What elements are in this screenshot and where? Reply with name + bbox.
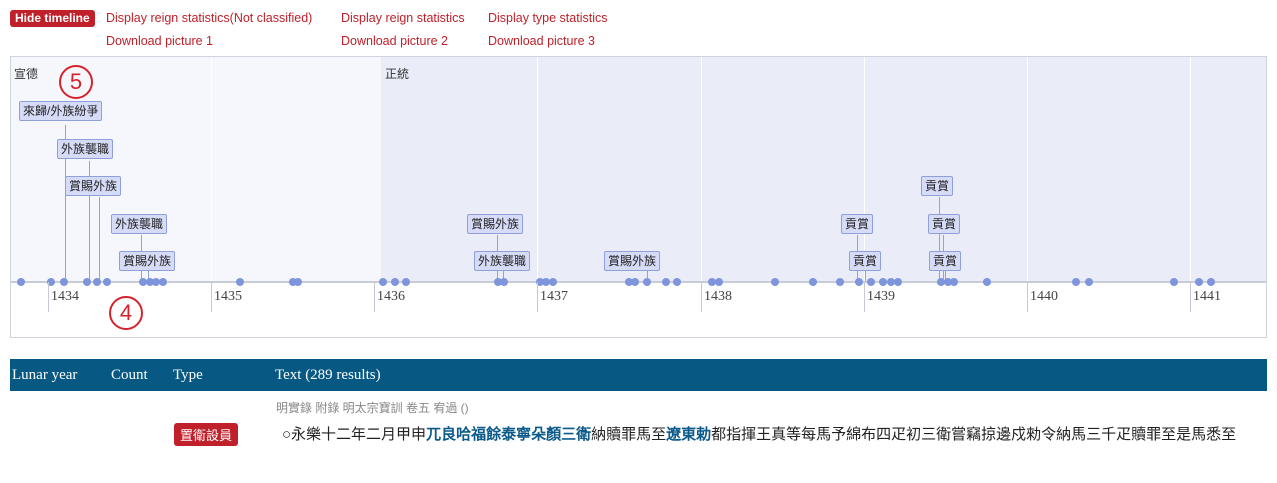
event-dot[interactable] — [500, 278, 508, 286]
timeline-panel[interactable]: 宣德 正統 來歸/外族紛爭 外族襲職 賞賜外族 外族襲職 賞賜外族 賞賜外族 外… — [10, 56, 1267, 338]
table-row: 明實錄 附錄 明太宗寶訓 卷五 宥過 () 置衛設員 ○永樂十二年二月甲申兀良哈… — [10, 395, 1267, 475]
event-dot[interactable] — [60, 278, 68, 286]
highlight-term[interactable]: 遼東 — [666, 426, 696, 443]
event-dot[interactable] — [643, 278, 651, 286]
year-tick-label: 1439 — [867, 289, 895, 304]
col-type[interactable]: Type — [173, 367, 203, 384]
hide-timeline-button[interactable]: Hide timeline — [10, 10, 95, 27]
event-dot[interactable] — [93, 278, 101, 286]
year-tick-label: 1441 — [1193, 289, 1221, 304]
highlight-term[interactable]: 兀良哈福餘泰寧朵顏三衛 — [426, 426, 591, 443]
event-dot[interactable] — [294, 278, 302, 286]
event-label[interactable]: 貢賞 — [841, 214, 874, 234]
event-dot[interactable] — [402, 278, 410, 286]
event-dot[interactable] — [855, 278, 863, 286]
event-label[interactable]: 貢賞 — [929, 251, 962, 271]
year-tick-label: 1438 — [704, 289, 732, 304]
event-label[interactable]: 外族襲職 — [111, 214, 168, 234]
reign-stats-unclassified-link[interactable]: Display reign statistics(Not classified) — [106, 11, 312, 25]
event-label[interactable]: 貢賞 — [921, 176, 954, 196]
event-dot[interactable] — [1072, 278, 1080, 286]
event-dot[interactable] — [379, 278, 387, 286]
event-dot[interactable] — [809, 278, 817, 286]
text-segment: 納贖罪馬至 — [591, 426, 667, 443]
event-dot[interactable] — [236, 278, 244, 286]
event-label[interactable]: 賞賜外族 — [604, 251, 661, 271]
event-dot[interactable] — [950, 278, 958, 286]
event-label[interactable]: 貢賞 — [928, 214, 961, 234]
event-label[interactable]: 賞賜外族 — [119, 251, 176, 271]
event-dot[interactable] — [391, 278, 399, 286]
year-tick-label: 1434 — [51, 289, 79, 304]
text-segment: 都指揮王真等每馬予綿布四疋初三衛嘗竊掠邊戍勑令納馬三千疋贖罪至是馬悉至 — [711, 426, 1237, 443]
reign-label-zhengtong: 正統 — [385, 67, 410, 81]
event-dot[interactable] — [83, 278, 91, 286]
event-dot[interactable] — [1207, 278, 1215, 286]
source-reference[interactable]: 明實錄 附錄 明太宗寶訓 卷五 宥過 () — [276, 399, 469, 416]
highlight-term[interactable]: 勅 — [696, 426, 711, 443]
event-dot[interactable] — [1085, 278, 1093, 286]
top-toolbar: Hide timeline Display reign statistics(N… — [10, 10, 710, 50]
year-tick-label: 1440 — [1030, 289, 1058, 304]
event-dot[interactable] — [867, 278, 875, 286]
year-tick-label: 1436 — [377, 289, 405, 304]
event-dot[interactable] — [771, 278, 779, 286]
event-label[interactable]: 貢賞 — [849, 251, 882, 271]
annotation-marker-5: 5 — [59, 65, 93, 99]
event-dot[interactable] — [1195, 278, 1203, 286]
col-text[interactable]: Text (289 results) — [275, 367, 381, 384]
event-dot[interactable] — [715, 278, 723, 286]
results-table-header: Lunar year Count Type Text (289 results) — [10, 359, 1267, 391]
event-dot[interactable] — [1170, 278, 1178, 286]
col-count[interactable]: Count — [111, 367, 148, 384]
event-label[interactable]: 外族襲職 — [57, 139, 114, 159]
event-dot[interactable] — [103, 278, 111, 286]
event-dot[interactable] — [879, 278, 887, 286]
event-dot[interactable] — [836, 278, 844, 286]
record-text: ○永樂十二年二月甲申兀良哈福餘泰寧朵顏三衛納贖罪馬至遼東勅都指揮王真等每馬予綿布… — [282, 425, 1272, 444]
text-segment: ○永樂十二年二月甲申 — [282, 426, 427, 443]
year-tick-label: 1437 — [540, 289, 568, 304]
event-dot[interactable] — [673, 278, 681, 286]
event-dot[interactable] — [894, 278, 902, 286]
event-label[interactable]: 賞賜外族 — [467, 214, 524, 234]
download-picture-3-link[interactable]: Download picture 3 — [488, 34, 595, 48]
annotation-marker-4: 4 — [109, 296, 143, 330]
type-stats-link[interactable]: Display type statistics — [488, 11, 607, 25]
event-dot[interactable] — [983, 278, 991, 286]
event-dot[interactable] — [159, 278, 167, 286]
reign-label-xuande: 宣德 — [14, 67, 39, 81]
download-picture-2-link[interactable]: Download picture 2 — [341, 34, 448, 48]
col-lunar-year[interactable]: Lunar year — [12, 367, 77, 384]
event-label[interactable]: 來歸/外族紛爭 — [19, 101, 103, 121]
event-label[interactable]: 外族襲職 — [474, 251, 531, 271]
reign-band-zhengtong — [381, 57, 1266, 281]
year-tick-label: 1435 — [214, 289, 242, 304]
event-dot[interactable] — [549, 278, 557, 286]
event-dot[interactable] — [17, 278, 25, 286]
event-label[interactable]: 賞賜外族 — [65, 176, 122, 196]
event-dot[interactable] — [662, 278, 670, 286]
type-badge[interactable]: 置衛設員 — [174, 423, 239, 446]
reign-stats-link[interactable]: Display reign statistics — [341, 11, 465, 25]
download-picture-1-link[interactable]: Download picture 1 — [106, 34, 213, 48]
event-dot[interactable] — [631, 278, 639, 286]
